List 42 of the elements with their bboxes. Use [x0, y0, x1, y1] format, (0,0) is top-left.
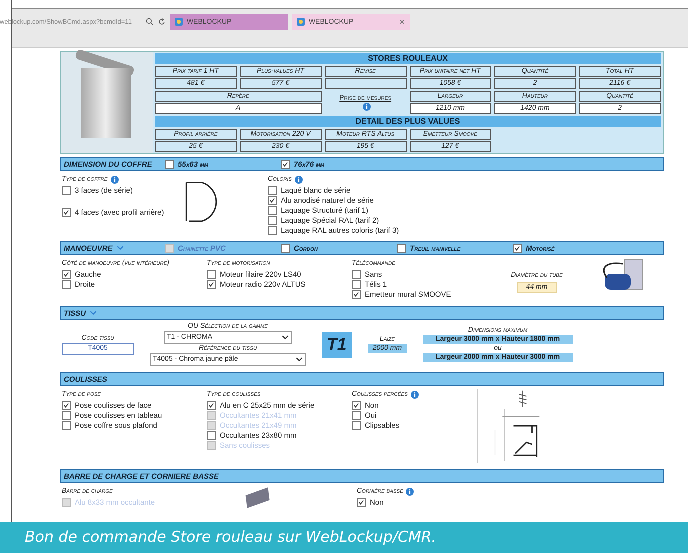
- checkbox[interactable]: [62, 280, 71, 288]
- page-icon: [296, 18, 305, 26]
- checkbox[interactable]: [207, 430, 216, 440]
- info-icon[interactable]: [110, 176, 119, 184]
- checkbox[interactable]: [268, 216, 277, 224]
- info-icon[interactable]: [363, 102, 372, 110]
- checkbox[interactable]: [268, 206, 277, 214]
- checkbox[interactable]: [352, 280, 361, 288]
- checkbox[interactable]: [62, 208, 71, 216]
- checkbox[interactable]: [281, 244, 290, 252]
- page-icon: [174, 18, 183, 26]
- info-icon[interactable]: [410, 390, 419, 398]
- checkbox[interactable]: [268, 226, 277, 234]
- checkbox[interactable]: [207, 400, 216, 410]
- checkbox[interactable]: [352, 270, 361, 278]
- checkbox[interactable]: [62, 420, 71, 430]
- checkbox[interactable]: [62, 410, 71, 420]
- section-title: STORES ROULEAUX: [155, 53, 661, 64]
- checkbox[interactable]: [513, 244, 522, 252]
- info-icon[interactable]: [406, 488, 414, 496]
- checkbox[interactable]: [281, 160, 290, 168]
- search-icon[interactable]: [146, 18, 154, 26]
- checkbox[interactable]: [352, 420, 361, 430]
- section-title: DETAIL DES PLUS VALUES: [155, 116, 661, 127]
- checkbox[interactable]: [62, 400, 71, 410]
- checkbox[interactable]: [165, 160, 174, 168]
- checkbox[interactable]: [207, 280, 216, 288]
- info-icon[interactable]: [294, 176, 303, 184]
- close-tab-button[interactable]: ×: [400, 17, 405, 27]
- checkbox[interactable]: [62, 186, 71, 194]
- figure-caption: Bon de commande Store rouleau sur WebLockup/CMR.: [0, 522, 688, 553]
- refresh-icon[interactable]: [158, 18, 166, 26]
- checkbox[interactable]: [268, 196, 277, 204]
- checkbox[interactable]: [62, 270, 71, 278]
- checkbox[interactable]: [207, 270, 216, 278]
- checkbox[interactable]: [268, 186, 277, 194]
- checkbox[interactable]: [352, 400, 361, 410]
- range-badge: T1: [322, 332, 352, 358]
- checkbox[interactable]: [357, 498, 366, 506]
- checkbox[interactable]: [352, 290, 361, 298]
- checkbox[interactable]: [397, 244, 406, 252]
- checkbox[interactable]: [352, 410, 361, 420]
